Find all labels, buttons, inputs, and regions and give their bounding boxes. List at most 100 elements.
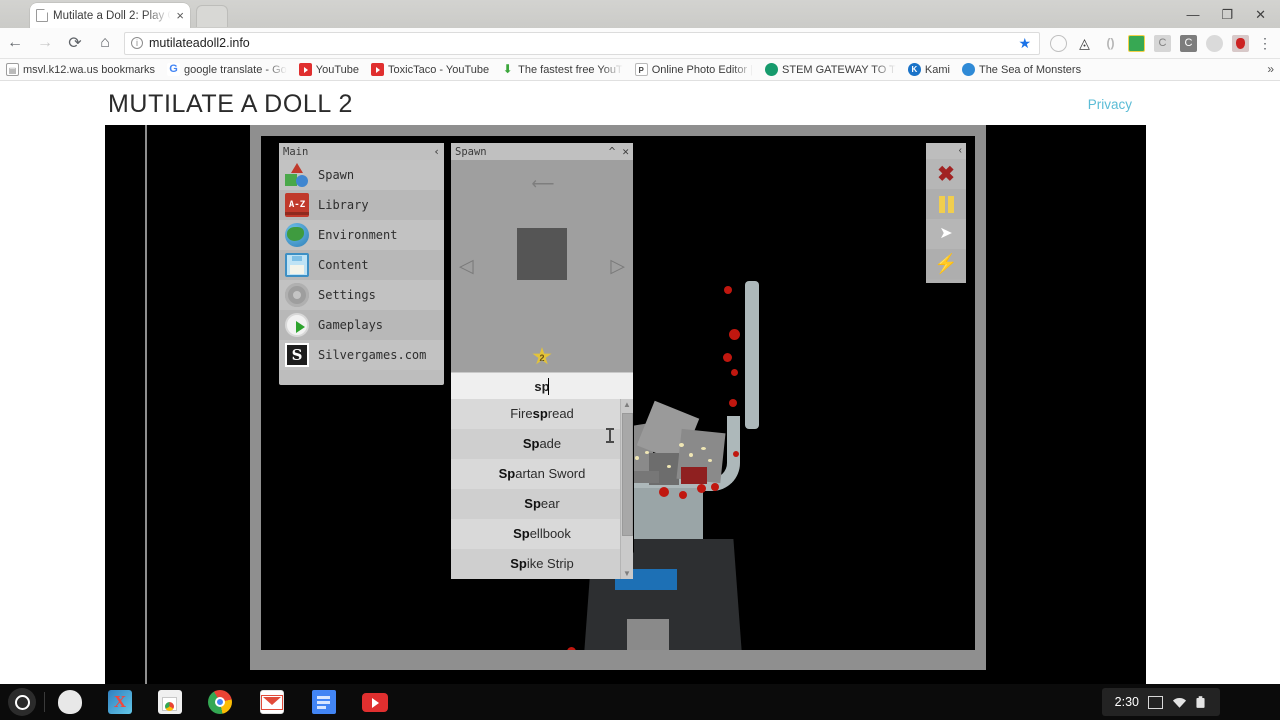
bookmark-item[interactable]: The Sea of Monsters <box>961 63 1081 76</box>
cloud-app-icon[interactable] <box>58 690 82 714</box>
list-item[interactable]: Spartan Sword <box>451 459 633 489</box>
result-suffix: artan Sword <box>515 466 586 481</box>
launcher-circle-icon[interactable] <box>8 688 36 716</box>
lightning-tool-button[interactable]: ⚡ <box>926 249 966 279</box>
reload-icon[interactable]: ⟳ <box>60 33 90 53</box>
blood-spatter <box>733 451 739 457</box>
list-item[interactable]: Spade <box>451 429 633 459</box>
bookmark-item[interactable]: Ggoogle translate - Go <box>167 63 287 76</box>
back-arrow-icon[interactable]: ⟵ <box>532 174 555 194</box>
game-canvas[interactable]: Main ‹ Spawn A-Z Library Environment Con… <box>261 136 975 659</box>
sidebar-item-settings[interactable]: Settings <box>279 280 444 310</box>
code-brackets-icon[interactable]: () <box>1102 35 1119 52</box>
cursor-tool-button[interactable]: ➤ <box>926 219 966 249</box>
sidebar-item-library[interactable]: A-Z Library <box>279 190 444 220</box>
tab-close-icon[interactable]: × <box>176 9 184 22</box>
chromeos-shelf: X 🔔 2:30 <box>0 684 1280 720</box>
list-item[interactable]: Spike Strip <box>451 549 633 579</box>
main-menu-collapse-icon[interactable]: ‹ <box>433 145 440 158</box>
list-item[interactable]: Spear <box>451 489 633 519</box>
new-tab-button[interactable] <box>196 5 228 27</box>
address-bar[interactable]: i mutilateadoll2.info ★ <box>124 31 1040 55</box>
result-match: Sp <box>513 526 530 541</box>
battery-icon[interactable] <box>1196 695 1211 709</box>
bookmarks-overflow-icon[interactable]: » <box>1267 62 1274 76</box>
x-app-icon[interactable]: X <box>108 690 132 714</box>
bookmark-item[interactable]: P Online Photo Editor | <box>634 63 753 76</box>
scrollbar-thumb[interactable] <box>622 413 633 536</box>
browser-tab[interactable]: Mutilate a Doll 2: Play G × <box>30 3 190 28</box>
bookmark-item[interactable]: ⬇ The fastest free YouT <box>501 63 623 76</box>
close-window-icon[interactable]: ✕ <box>1255 8 1266 21</box>
chrome-windows-icon[interactable] <box>158 690 182 714</box>
sidebar-item-label: Settings <box>318 288 376 302</box>
screen-icon[interactable] <box>1148 695 1163 709</box>
item-preview-thumbnail[interactable] <box>517 228 567 280</box>
youtube-icon[interactable] <box>362 693 388 712</box>
home-icon[interactable]: ⌂ <box>90 34 120 52</box>
bookmark-star-icon[interactable]: ★ <box>1018 35 1033 52</box>
folder-icon: ▤ <box>6 63 19 76</box>
list-item[interactable]: Firespread <box>451 399 633 429</box>
system-tray[interactable]: 2:30 <box>1105 688 1220 716</box>
3d-box-icon[interactable]: ◬ <box>1076 35 1093 52</box>
dropdown-scrollbar[interactable]: ▲ ▼ <box>620 399 633 579</box>
chrome-menu-icon[interactable]: ⋮ <box>1258 35 1272 52</box>
wifi-icon[interactable] <box>1172 696 1187 709</box>
maximize-icon[interactable]: ❐ <box>1221 8 1233 21</box>
bookmark-label: The fastest free YouT <box>518 63 623 76</box>
star-rating-badge: 2 <box>532 347 552 365</box>
google-docs-icon[interactable] <box>312 690 336 714</box>
chrome-icon[interactable] <box>208 690 232 714</box>
blood-spatter <box>697 484 706 493</box>
tab-title: Mutilate a Doll 2: Play G <box>53 9 172 22</box>
gray-circle-icon[interactable] <box>1206 34 1223 52</box>
back-icon[interactable]: ← <box>0 34 30 52</box>
help-circle-icon[interactable] <box>1050 34 1067 52</box>
spawn-close-icon[interactable]: ✕ <box>622 145 629 158</box>
bookmark-item[interactable]: ToxicTaco - YouTube <box>371 63 489 76</box>
tool-palette-collapse-icon[interactable]: ‹ <box>926 143 966 159</box>
pause-tool-button[interactable] <box>926 189 966 219</box>
c-dark-icon[interactable]: C <box>1180 34 1197 52</box>
bookmark-item[interactable]: ▤ msvl.k12.wa.us bookmarks <box>6 63 155 76</box>
google-classroom-icon[interactable] <box>1128 34 1145 52</box>
spark <box>667 465 671 468</box>
spark <box>708 459 712 462</box>
prev-item-icon[interactable]: ◁ <box>459 255 474 278</box>
bookmark-item[interactable]: STEM GATEWAY TO T <box>765 63 896 76</box>
spawn-collapse-icon[interactable]: ^ <box>609 145 616 158</box>
spawn-preview-area: ⟵ ◁ ▷ 2 <box>451 160 633 372</box>
minimize-icon[interactable]: — <box>1186 8 1199 21</box>
site-info-icon[interactable]: i <box>131 37 143 49</box>
c-light-icon[interactable]: C <box>1154 34 1171 52</box>
globe-icon <box>961 63 975 76</box>
forward-icon[interactable]: → <box>30 34 60 52</box>
red-extension-icon[interactable] <box>1232 34 1249 52</box>
next-item-icon[interactable]: ▷ <box>610 255 625 278</box>
bookmark-item[interactable]: K Kami <box>907 63 950 76</box>
bookmark-label: msvl.k12.wa.us bookmarks <box>23 63 156 76</box>
sidebar-item-gameplays[interactable]: Gameplays <box>279 310 444 340</box>
browser-titlebar: Mutilate a Doll 2: Play G × — ❐ ✕ <box>0 0 1280 28</box>
bookmark-item[interactable]: YouTube <box>298 63 359 76</box>
scroll-up-icon[interactable]: ▲ <box>623 400 631 409</box>
globe-icon <box>285 223 309 247</box>
sidebar-item-silvergames[interactable]: S Silvergames.com <box>279 340 444 370</box>
sidebar-item-environment[interactable]: Environment <box>279 220 444 250</box>
list-item[interactable]: Spellbook <box>451 519 633 549</box>
gmail-icon[interactable] <box>260 690 284 714</box>
spawn-results-dropdown[interactable]: Firespread Spade Spartan Sword Spear Spe… <box>451 399 633 579</box>
result-label: Fire <box>510 406 533 421</box>
scroll-down-icon[interactable]: ▼ <box>623 569 631 578</box>
spawn-search-row[interactable] <box>451 372 633 399</box>
spawn-search-input[interactable] <box>451 373 633 399</box>
delete-tool-button[interactable]: ✖ <box>926 159 966 189</box>
privacy-link[interactable]: Privacy <box>1088 97 1132 112</box>
kami-icon: K <box>907 63 921 76</box>
youtube-icon <box>371 63 385 76</box>
red-x-icon: ✖ <box>937 162 955 186</box>
pause-icon <box>938 195 954 213</box>
sidebar-item-content[interactable]: Content <box>279 250 444 280</box>
sidebar-item-spawn[interactable]: Spawn <box>279 160 444 190</box>
